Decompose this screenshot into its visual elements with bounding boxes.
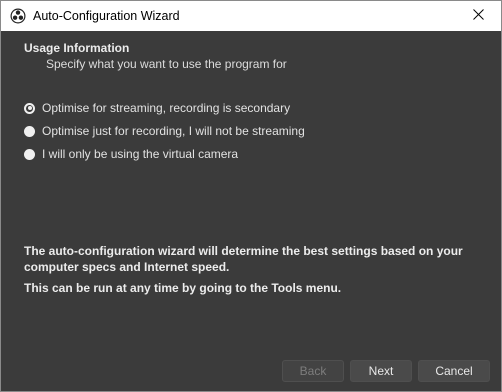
close-button[interactable]	[455, 1, 501, 31]
radio-button-selected[interactable]	[24, 102, 35, 114]
obs-logo-icon	[10, 8, 26, 24]
info-tools-hint: This can be run at any time by going to …	[24, 281, 342, 295]
radio-button[interactable]	[24, 125, 35, 137]
section-subtitle: Specify what you want to use the program…	[46, 57, 287, 71]
radio-label: Optimise just for recording, I will not …	[42, 124, 305, 138]
wizard-window: Auto-Configuration Wizard Usage Informat…	[0, 0, 502, 392]
title-bar[interactable]: Auto-Configuration Wizard	[1, 1, 501, 31]
close-icon	[472, 9, 484, 23]
radio-option-virtual-camera[interactable]: I will only be using the virtual camera	[24, 146, 238, 162]
section-title: Usage Information	[24, 41, 130, 55]
radio-option-recording[interactable]: Optimise just for recording, I will not …	[24, 123, 305, 139]
cancel-button[interactable]: Cancel	[418, 360, 490, 382]
info-description: The auto-configuration wizard will deter…	[24, 244, 463, 274]
wizard-content: Usage Information Specify what you want …	[1, 31, 501, 391]
radio-option-streaming[interactable]: Optimise for streaming, recording is sec…	[24, 100, 290, 116]
radio-label: I will only be using the virtual camera	[42, 147, 239, 161]
radio-button[interactable]	[24, 148, 35, 160]
radio-label: Optimise for streaming, recording is sec…	[42, 101, 291, 115]
window-title: Auto-Configuration Wizard	[33, 9, 180, 23]
back-button[interactable]: Back	[282, 360, 344, 382]
next-button[interactable]: Next	[350, 360, 412, 382]
